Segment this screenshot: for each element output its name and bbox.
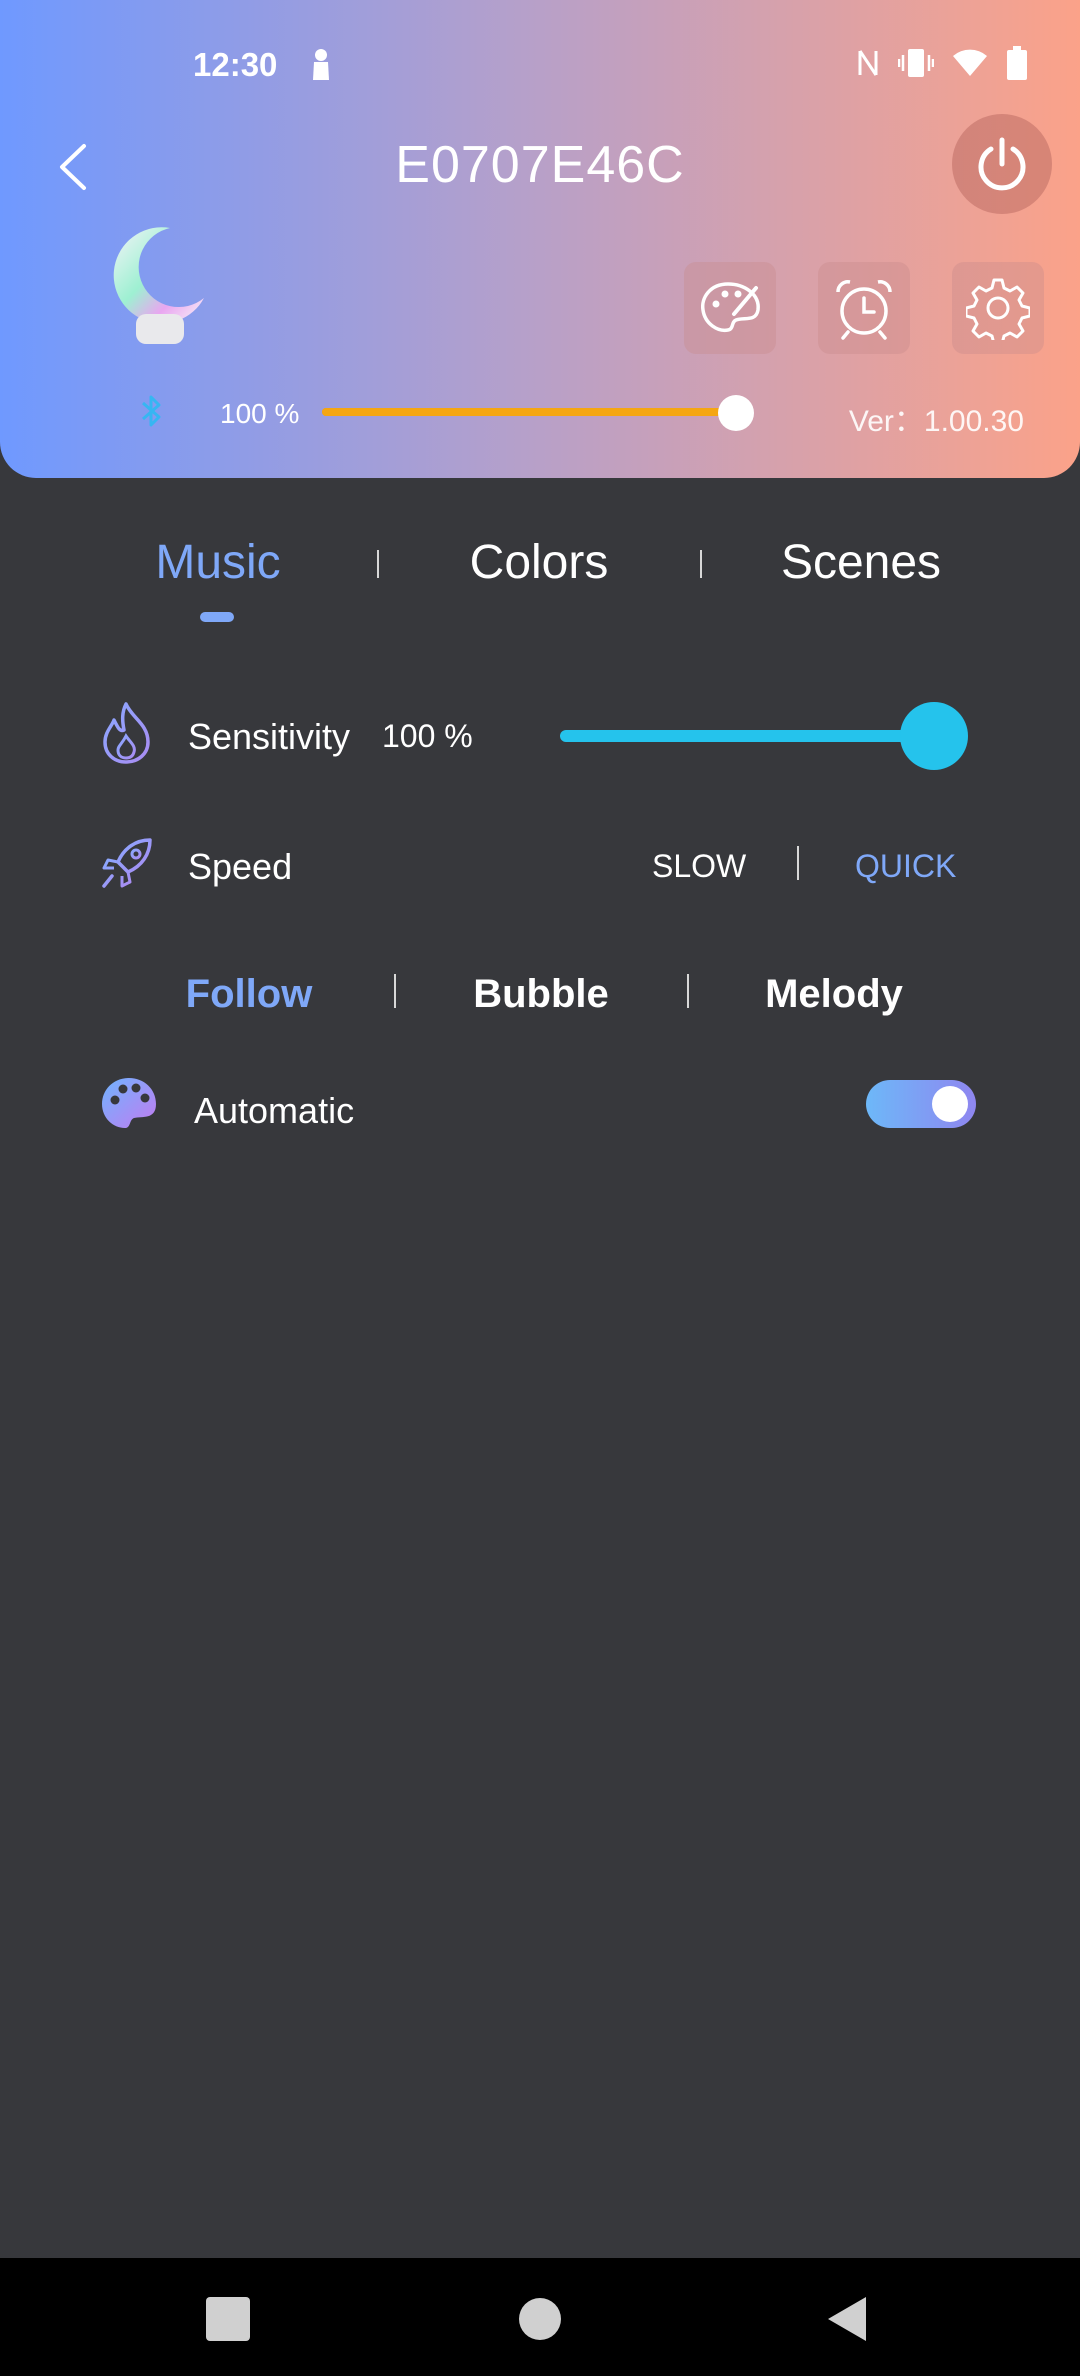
recent-apps-icon[interactable] xyxy=(203,2294,253,2344)
tab-colors[interactable]: Colors xyxy=(470,535,609,590)
battery-icon xyxy=(1006,46,1028,85)
status-time: 12:30 xyxy=(193,46,278,83)
palette-icon xyxy=(701,282,760,333)
brightness-slider-track[interactable] xyxy=(322,408,736,416)
automatic-label: Automatic xyxy=(194,1090,355,1131)
settings-button[interactable] xyxy=(952,262,1044,354)
settings-gear-icon xyxy=(966,278,1030,340)
device-title: E0707E46C xyxy=(395,136,685,194)
mode-follow[interactable]: Follow xyxy=(186,972,313,1017)
palette-gradient-icon xyxy=(100,1076,158,1135)
speed-quick-option[interactable]: QUICK xyxy=(855,848,956,885)
mode-tabs: Music Colors Scenes xyxy=(0,535,1080,605)
palette-button[interactable] xyxy=(684,262,776,354)
sensitivity-slider-thumb[interactable] xyxy=(900,702,968,770)
brightness-slider-fill xyxy=(322,408,736,416)
brightness-slider-thumb[interactable] xyxy=(718,395,754,431)
brightness-value: 100 % xyxy=(220,398,300,429)
person-icon xyxy=(310,48,332,85)
device-header: 12:30 E0707E46C 100 % Ver：1.00.30 xyxy=(0,0,1080,478)
sensitivity-label: Sensitivity xyxy=(188,716,351,757)
flame-icon xyxy=(100,700,154,769)
back-nav-icon[interactable] xyxy=(822,2294,872,2344)
active-tab-indicator xyxy=(200,612,234,622)
nfc-icon xyxy=(856,47,880,84)
alarm-clock-icon xyxy=(836,280,892,340)
moon-lamp-image xyxy=(100,222,210,347)
mode-bubble[interactable]: Bubble xyxy=(473,972,609,1017)
sensitivity-slider-track[interactable] xyxy=(560,730,934,742)
power-icon xyxy=(978,137,1026,191)
tab-music[interactable]: Music xyxy=(155,535,280,590)
mode-divider xyxy=(687,974,689,1008)
timer-button[interactable] xyxy=(818,262,910,354)
status-icons xyxy=(856,46,1028,85)
mode-divider xyxy=(394,974,396,1008)
tab-divider xyxy=(700,550,702,578)
speed-label: Speed xyxy=(188,846,293,887)
rocket-icon xyxy=(100,836,154,897)
bluetooth-icon xyxy=(137,393,167,434)
home-icon[interactable] xyxy=(515,2294,565,2344)
automatic-toggle[interactable] xyxy=(866,1080,976,1128)
power-button[interactable] xyxy=(952,114,1052,214)
firmware-version: Ver：1.00.30 xyxy=(848,405,1024,438)
vibrate-icon xyxy=(897,47,935,84)
speed-slow-option[interactable]: SLOW xyxy=(652,848,746,885)
tab-scenes[interactable]: Scenes xyxy=(781,535,941,590)
toggle-knob xyxy=(932,1086,968,1122)
wifi-icon xyxy=(952,48,988,83)
sensitivity-value: 100 % xyxy=(382,718,473,754)
tab-divider xyxy=(377,550,379,578)
system-nav-bar xyxy=(0,2258,1080,2376)
speed-divider xyxy=(797,846,799,880)
mode-melody[interactable]: Melody xyxy=(765,972,903,1017)
